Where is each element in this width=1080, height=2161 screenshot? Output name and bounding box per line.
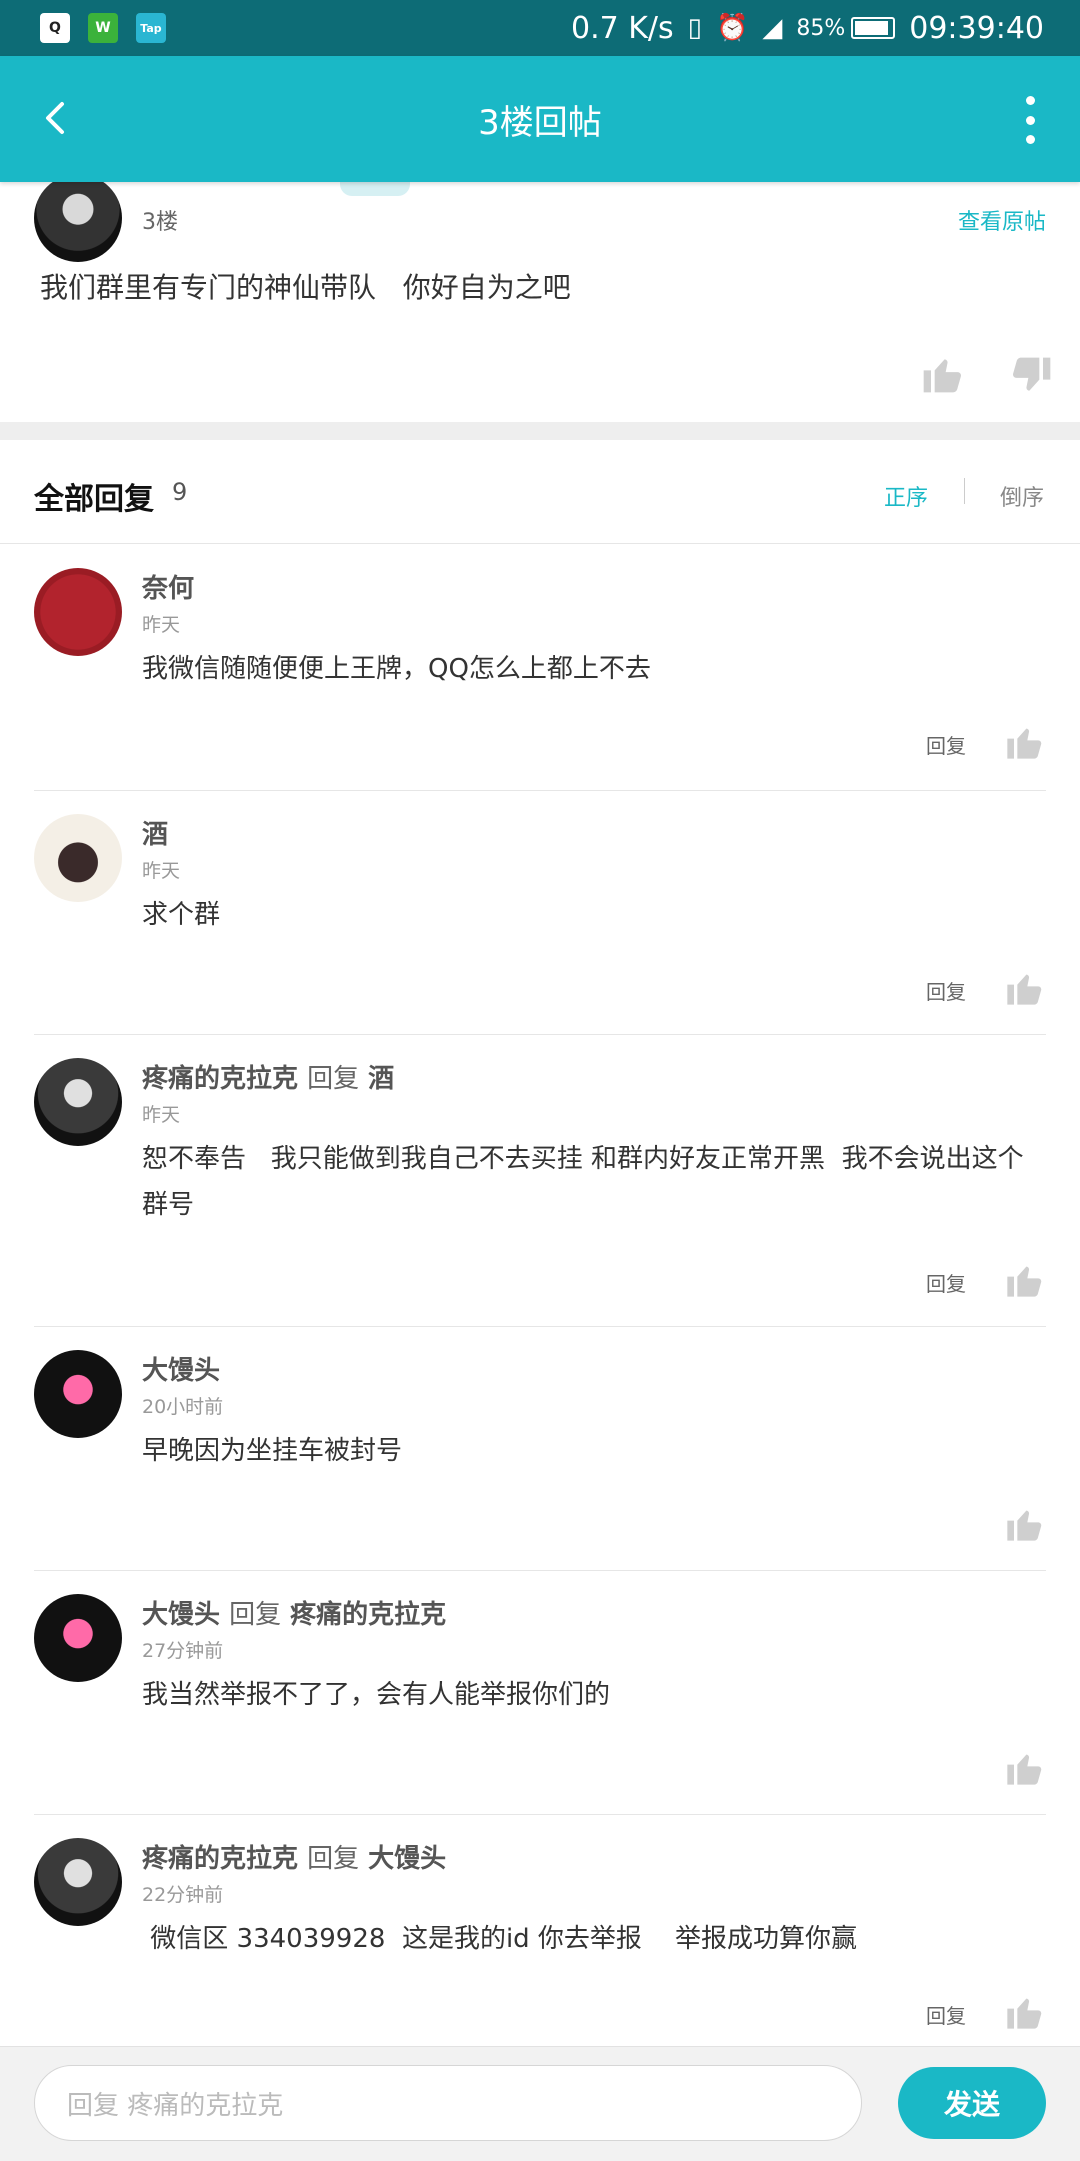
comment-author[interactable]: 疼痛的克拉克 [142,1844,298,1874]
comment-text: 微信区 334039928 这是我的id 你去举报 举报成功算你赢 [142,1924,857,1954]
reply-input[interactable]: 回复 疼痛的克拉克 [34,2065,862,2141]
back-arrow-icon[interactable] [30,90,86,146]
reply-button[interactable]: 回复 [926,2000,966,2029]
reply-word: 回复 [229,1600,282,1630]
thumbs-up-icon[interactable] [1004,1748,1044,1788]
battery-icon [851,17,896,39]
status-bar: Q W Tap 0.7 K/s ▯ ⏰ ◢ 85% 09:39:40 [0,0,1080,56]
sort-ascending-button[interactable]: 正序 [884,480,928,512]
battery-percent: 85% [796,15,846,41]
taptap-icon: Tap [136,13,166,43]
comment-author-line: 疼痛的克拉克 回复 酒 [142,1058,394,1095]
list-item: 疼痛的克拉克 回复 酒 昨天 恕不奉告 我只能做到我自己不去买挂 和群内好友正常… [0,1034,1080,1326]
avatar[interactable] [34,814,122,902]
comment-author[interactable]: 奈何 [142,568,194,605]
reply-input-bar: 回复 疼痛的克拉克 发送 [0,2046,1080,2161]
comment-time: 昨天 [142,1104,181,1126]
comment-text: 我微信随随便便上王牌，QQ怎么上都上不去 [142,654,651,684]
qq-icon: Q [40,13,70,43]
comment-time: 27分钟前 [142,1640,224,1662]
alarm-icon: ⏰ [715,13,749,43]
section-gap [0,422,1080,440]
thumbs-up-icon[interactable] [920,352,964,396]
reply-button[interactable]: 回复 [926,976,966,1005]
wechat-icon: W [88,13,118,43]
replies-header: 全部回复 9 正序 倒序 [0,440,1080,544]
list-item: 酒 昨天 求个群 回复 [0,790,1080,1034]
thumbs-up-icon[interactable] [1004,722,1044,762]
list-item: 大馒头 回复 疼痛的克拉克 27分钟前 我当然举报不了了，会有人能举报你们的 [0,1570,1080,1814]
comment-author-line: 疼痛的克拉克 回复 大馒头 [142,1838,446,1875]
reply-target[interactable]: 疼痛的克拉克 [290,1600,446,1630]
floor-number: 3楼 [142,210,178,235]
network-speed: 0.7 K/s [571,10,674,46]
comment-time: 昨天 [142,860,181,882]
reply-word: 回复 [307,1064,360,1094]
more-vertical-icon[interactable] [1020,96,1040,144]
list-item: 大馒头 20小时前 早晚因为坐挂车被封号 [0,1326,1080,1570]
thumbs-up-icon[interactable] [1004,1260,1044,1300]
avatar[interactable] [34,568,122,656]
send-button[interactable]: 发送 [898,2067,1046,2139]
comment-author[interactable]: 大馒头 [142,1350,220,1387]
avatar[interactable] [34,174,122,262]
avatar[interactable] [34,1838,122,1926]
app-bar: 3楼回帖 [0,56,1080,182]
sort-descending-button[interactable]: 倒序 [1000,480,1044,512]
thumbs-up-icon[interactable] [1004,1504,1044,1544]
replies-count: 9 [172,478,188,506]
original-post: 3楼 查看原帖 我们群里有专门的神仙带队 你好自为之吧 [0,172,1080,422]
thumbs-up-icon[interactable] [1004,968,1044,1008]
signal-icon: ◢ [762,13,783,43]
view-original-link[interactable]: 查看原帖 [958,204,1046,236]
comment-time: 22分钟前 [142,1884,224,1906]
replies-title: 全部回复 [34,482,154,517]
comment-author-line: 大馒头 回复 疼痛的克拉克 [142,1594,446,1631]
reply-button[interactable]: 回复 [926,730,966,759]
thumbs-down-icon[interactable] [1010,354,1054,398]
comment-author[interactable]: 疼痛的克拉克 [142,1064,298,1094]
comment-author[interactable]: 酒 [142,814,168,851]
post-content: 我们群里有专门的神仙带队 你好自为之吧 [40,271,571,304]
comment-text: 我当然举报不了了，会有人能举报你们的 [142,1680,611,1710]
comment-text: 早晚因为坐挂车被封号 [142,1436,403,1466]
comment-time: 昨天 [142,614,181,636]
sort-separator [964,478,965,504]
comment-text: 恕不奉告 我只能做到我自己不去买挂 和群内好友正常开黑 我不会说出这个群号 [142,1144,1024,1220]
list-item: 疼痛的克拉克 回复 大馒头 22分钟前 微信区 334039928 这是我的id… [0,1814,1080,2046]
comment-author[interactable]: 大馒头 [142,1600,220,1630]
reply-target[interactable]: 大馒头 [368,1844,446,1874]
avatar[interactable] [34,1350,122,1438]
clock: 09:39:40 [909,10,1044,46]
reply-word: 回复 [307,1844,360,1874]
avatar[interactable] [34,1594,122,1682]
avatar[interactable] [34,1058,122,1146]
thumbs-up-icon[interactable] [1004,1992,1044,2032]
vibrate-icon: ▯ [687,13,702,43]
list-item: 奈何 昨天 我微信随随便便上王牌，QQ怎么上都上不去 回复 [0,544,1080,790]
reply-button[interactable]: 回复 [926,1268,966,1297]
page-title: 3楼回帖 [478,102,602,143]
comment-text: 求个群 [142,900,221,930]
reply-target[interactable]: 酒 [368,1064,394,1094]
comment-time: 20小时前 [142,1396,224,1418]
